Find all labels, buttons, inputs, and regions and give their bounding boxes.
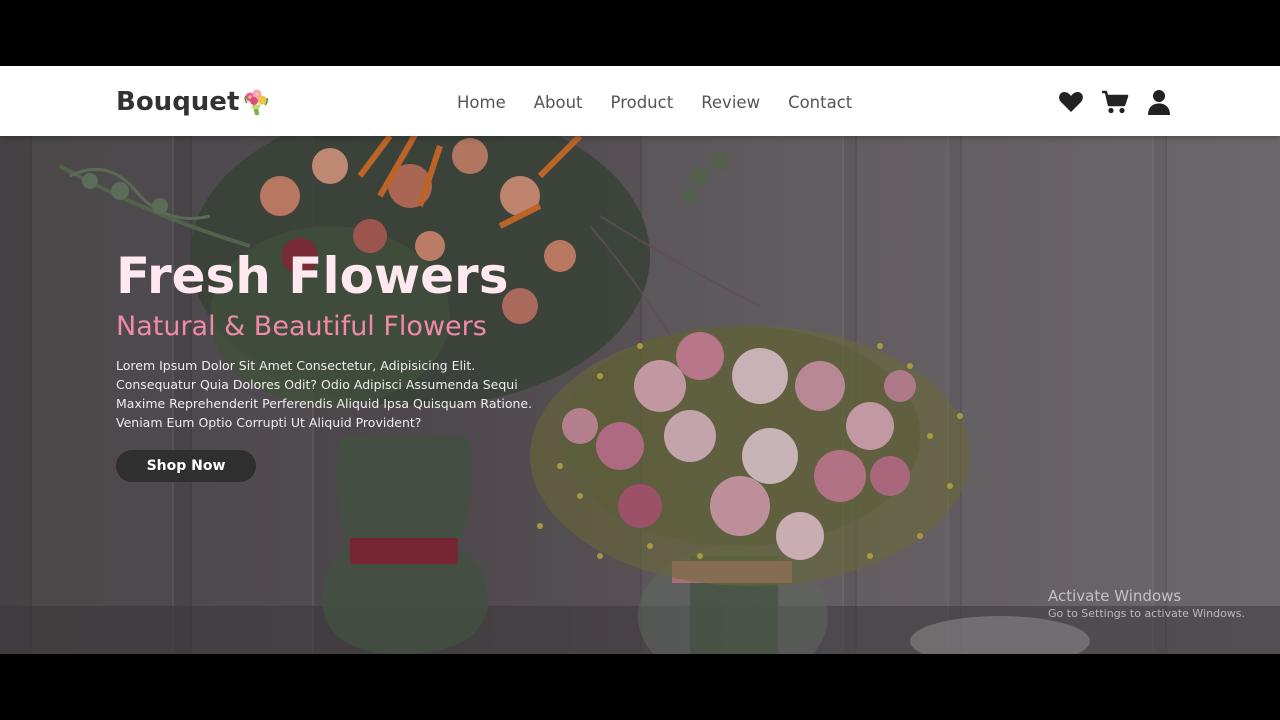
hero-subtitle: Natural & Beautiful Flowers xyxy=(116,311,487,342)
navbar: Bouquet Home About Product Review Contac… xyxy=(0,66,1280,136)
heart-icon[interactable] xyxy=(1057,88,1085,116)
watermark-title: Activate Windows xyxy=(1048,587,1182,605)
cart-icon[interactable] xyxy=(1101,88,1129,116)
shop-now-button[interactable]: Shop Now xyxy=(116,450,256,482)
screen: Bouquet Home About Product Review Contac… xyxy=(0,0,1280,720)
watermark-subtitle: Go to Settings to activate Windows. xyxy=(1048,607,1246,620)
nav-link-review[interactable]: Review xyxy=(701,93,760,112)
nav-link-contact[interactable]: Contact xyxy=(788,93,852,112)
hero-title: Fresh Flowers xyxy=(116,247,509,305)
activate-windows-watermark: Activate Windows Go to Settings to activ… xyxy=(1048,586,1245,622)
logo[interactable]: Bouquet xyxy=(116,87,271,117)
bouquet-icon xyxy=(241,87,271,117)
nav-link-home[interactable]: Home xyxy=(457,93,506,112)
user-icon[interactable] xyxy=(1145,88,1173,116)
nav-link-about[interactable]: About xyxy=(534,93,583,112)
logo-text: Bouquet xyxy=(116,87,240,117)
hero-section: Fresh Flowers Natural & Beautiful Flower… xyxy=(0,136,1280,654)
hero-content: Fresh Flowers Natural & Beautiful Flower… xyxy=(116,248,556,482)
webpage: Bouquet Home About Product Review Contac… xyxy=(0,66,1280,654)
nav-link-product[interactable]: Product xyxy=(611,93,674,112)
hero-description: Lorem Ipsum Dolor Sit Amet Consectetur, … xyxy=(116,358,533,430)
nav-links: Home About Product Review Contact xyxy=(457,93,852,112)
nav-icons xyxy=(1057,88,1173,116)
